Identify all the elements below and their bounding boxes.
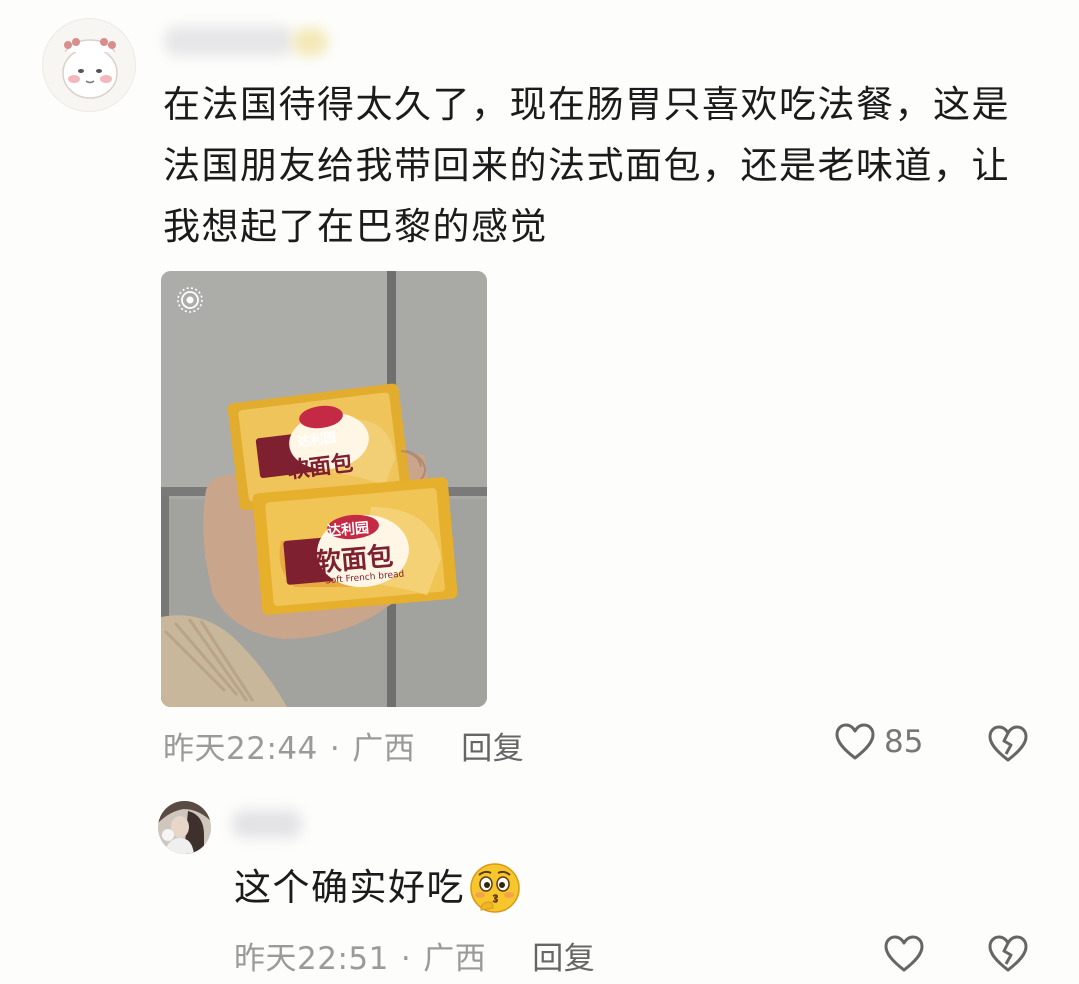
comment-time: 昨天22:44 [163,731,318,767]
user-badge-blurred [292,28,328,56]
reply-reply-button[interactable]: 回复 [532,941,595,977]
broken-heart-icon[interactable] [987,724,1029,764]
comment-location: 广西 [352,731,416,767]
reply-button[interactable]: 回复 [461,731,524,767]
reply-text: 这个确实好吃 [234,866,465,909]
bread-photo [161,271,487,707]
reply-location: 广西 [423,941,487,977]
live-photo-icon [177,287,203,313]
reply-text-row: 这个确实好吃 [234,858,523,918]
broken-heart-icon[interactable] [987,934,1029,974]
reply-avatar[interactable] [158,801,211,854]
avatar[interactable] [42,18,136,112]
comment-meta: 昨天22:44 · 广西 回复 [163,723,524,768]
like-count: 85 [884,724,924,760]
thinking-kiss-emoji-icon [470,863,520,913]
avatar-illustration [44,20,135,111]
comment-text: 在法国待得太久了，现在肠胃只喜欢吃法餐，这是法国朋友给我带回来的法式面包，还是老… [163,83,1010,248]
reply-meta: 昨天22:51 · 广西 回复 [234,933,595,978]
heart-icon [835,723,875,760]
meta-separator: · [329,731,341,767]
meta-separator: · [400,941,412,977]
heart-icon[interactable] [883,934,925,974]
reply-time: 昨天22:51 [234,941,389,977]
username-blurred[interactable] [164,26,294,56]
comment-photo[interactable]: 达利园 软面包 达利园 软面包 Soft French bread [161,271,487,707]
reply-username-blurred[interactable] [232,810,302,838]
like-button[interactable]: 85 [834,722,923,762]
reply-avatar-photo [158,801,211,854]
